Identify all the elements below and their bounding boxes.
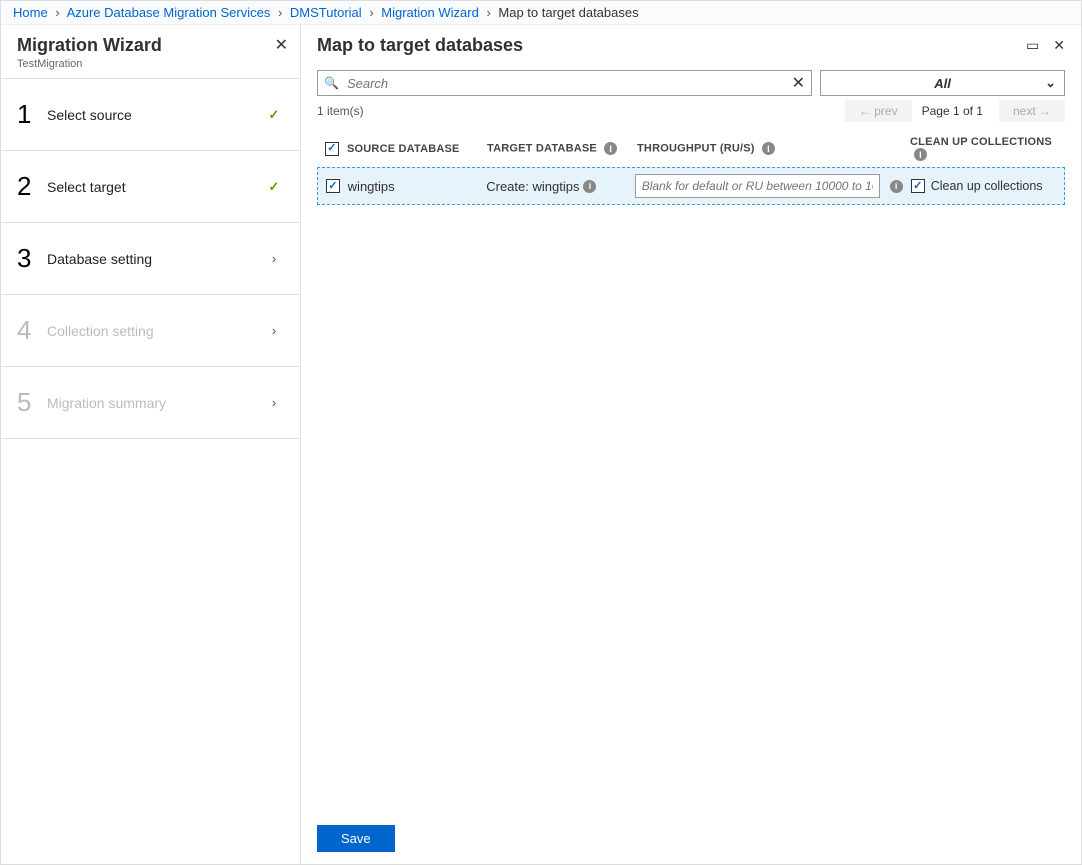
breadcrumb-home[interactable]: Home [13,5,48,20]
step-database-setting[interactable]: 3 Database setting › [1,223,300,295]
column-throughput: Throughput (RU/s) [637,143,755,155]
breadcrumb-current: Map to target databases [498,5,638,20]
main-panel: Map to target databases ▭ ✕ 🔍 ✕ All ⌄ 1 … [301,25,1081,864]
search-input[interactable] [345,75,792,92]
table-row: wingtips Create: wingtips i i [317,167,1065,205]
search-icon: 🔍 [324,76,339,90]
source-database-value: wingtips [348,179,395,194]
column-source-database: Source database [347,143,460,155]
chevron-right-icon: › [278,5,282,20]
sidebar-title: Migration Wizard [17,35,284,56]
chevron-right-icon: › [264,395,284,410]
breadcrumb: Home › Azure Database Migration Services… [1,1,1081,25]
row-checkbox[interactable] [326,179,340,193]
chevron-right-icon: › [55,5,59,20]
prev-page-button[interactable]: ← prev [845,100,912,122]
cleanup-label: Clean up collections [931,179,1043,193]
step-number: 1 [17,99,47,130]
clear-search-icon[interactable]: ✕ [792,73,805,93]
chevron-down-icon: ⌄ [1045,75,1056,91]
item-count: 1 item(s) [317,104,839,118]
close-icon[interactable]: ✕ [1053,37,1065,54]
close-icon[interactable]: ✕ [275,35,288,55]
column-cleanup: Clean up collections [910,136,1052,148]
step-select-target[interactable]: 2 Select target ✓ [1,151,300,223]
chevron-right-icon: › [264,251,284,266]
chevron-right-icon: › [369,5,373,20]
info-icon[interactable]: i [604,142,617,155]
chevron-right-icon: › [264,323,284,338]
throughput-input[interactable] [635,174,880,198]
step-collection-setting[interactable]: 4 Collection setting › [1,295,300,367]
page-title: Map to target databases [317,35,1012,56]
page-indicator: Page 1 of 1 [922,104,983,118]
next-page-button[interactable]: next → [999,100,1065,122]
breadcrumb-wizard[interactable]: Migration Wizard [381,5,479,20]
info-icon[interactable]: i [762,142,775,155]
step-number: 4 [17,315,47,346]
checkmark-icon: ✓ [264,107,284,123]
step-select-source[interactable]: 1 Select source ✓ [1,79,300,151]
step-label: Select target [47,179,264,195]
sidebar-subtitle: TestMigration [17,58,284,70]
step-label: Database setting [47,251,264,267]
checkmark-icon: ✓ [264,179,284,195]
sidebar: Migration Wizard TestMigration ✕ 1 Selec… [1,25,301,864]
info-icon[interactable]: i [914,148,927,161]
step-number: 5 [17,387,47,418]
target-database-value: Create: wingtips [486,179,579,194]
step-label: Collection setting [47,323,264,339]
step-label: Select source [47,107,264,123]
restore-window-icon[interactable]: ▭ [1026,37,1039,54]
cleanup-checkbox[interactable] [911,179,925,193]
info-icon[interactable]: i [583,180,596,193]
filter-dropdown[interactable]: All ⌄ [820,70,1065,96]
chevron-right-icon: › [486,5,490,20]
step-number: 3 [17,243,47,274]
breadcrumb-dmstutorial[interactable]: DMSTutorial [290,5,362,20]
column-target-database: Target database [487,143,597,155]
step-label: Migration summary [47,395,264,411]
filter-selected-label: All [934,76,951,91]
search-input-wrap: 🔍 ✕ [317,70,812,96]
step-migration-summary[interactable]: 5 Migration summary › [1,367,300,439]
info-icon[interactable]: i [890,180,903,193]
breadcrumb-service[interactable]: Azure Database Migration Services [67,5,271,20]
step-number: 2 [17,171,47,202]
select-all-checkbox[interactable] [325,142,339,156]
table-header: Source database Target database i Throug… [317,130,1065,167]
save-button[interactable]: Save [317,825,395,852]
